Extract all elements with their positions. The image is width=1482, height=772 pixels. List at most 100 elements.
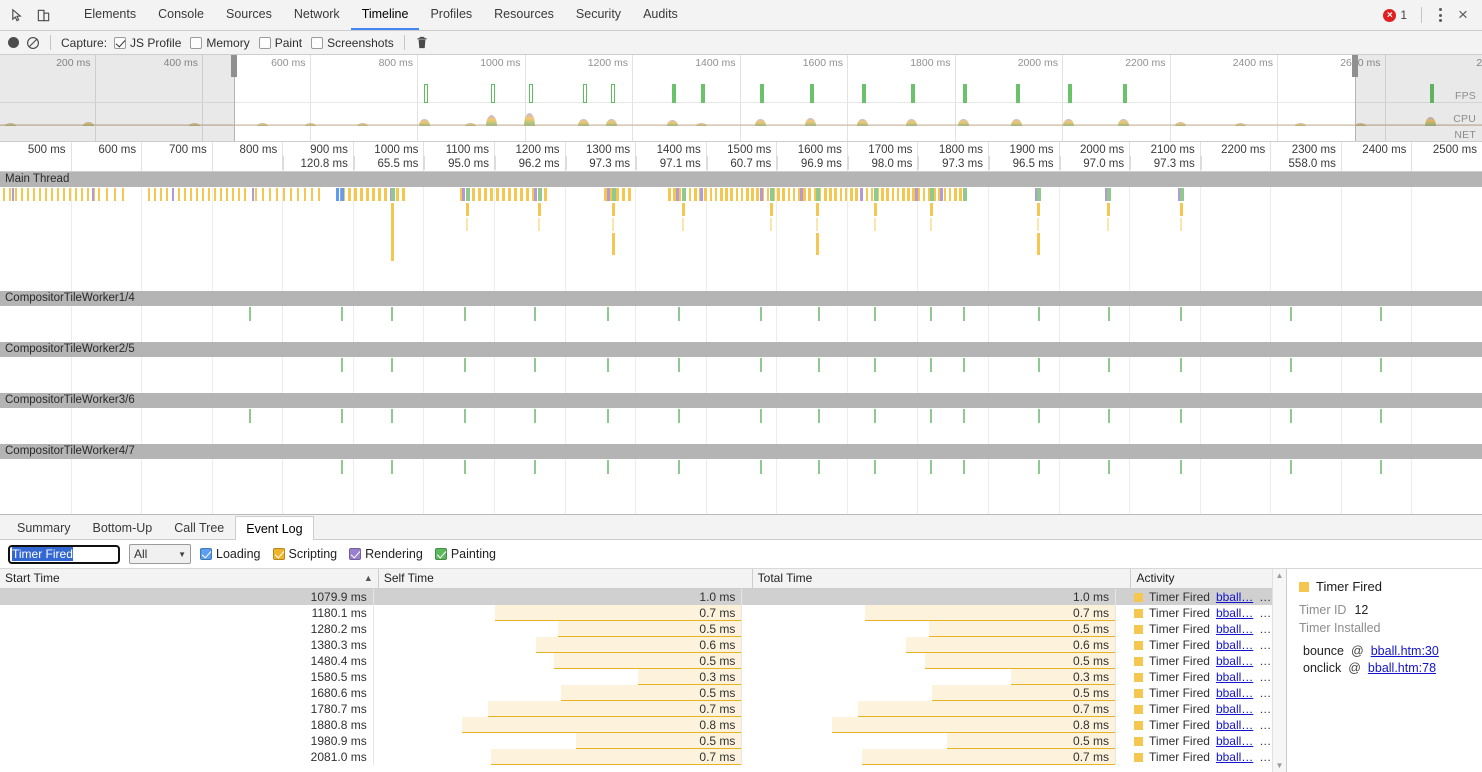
- flame-event-painting[interactable]: [760, 460, 762, 474]
- flame-event-scripting[interactable]: [232, 188, 234, 201]
- flame-event-scripting[interactable]: [526, 188, 529, 201]
- flame-event-painting[interactable]: [341, 409, 343, 423]
- flame-event-scripting[interactable]: [704, 188, 707, 201]
- flame-event-scripting[interactable]: [855, 188, 858, 201]
- tab-elements[interactable]: Elements: [73, 0, 147, 30]
- call-stack-source-link[interactable]: bball.htm:30: [1371, 644, 1439, 658]
- checkbox-icon[interactable]: [273, 548, 285, 560]
- flame-event-scripting[interactable]: [178, 188, 180, 201]
- category-filter-rendering[interactable]: Rendering: [349, 547, 423, 561]
- tab-timeline[interactable]: Timeline: [351, 0, 420, 30]
- flame-event-painting[interactable]: [818, 358, 820, 372]
- more-options-icon[interactable]: [1430, 5, 1450, 25]
- flame-event-painting[interactable]: [874, 409, 876, 423]
- flame-event-painting[interactable]: [930, 460, 932, 474]
- flame-event-scripting[interactable]: [715, 188, 718, 201]
- flame-event-scripting[interactable]: [930, 218, 932, 231]
- flame-event-scripting[interactable]: [283, 188, 285, 201]
- flame-event-scripting[interactable]: [311, 188, 313, 201]
- flame-event-scripting[interactable]: [689, 188, 692, 201]
- flame-event-scripting[interactable]: [944, 188, 947, 201]
- flame-event-scripting[interactable]: [3, 188, 5, 201]
- flame-event-painting[interactable]: [930, 409, 932, 423]
- flame-event-painting[interactable]: [1380, 460, 1382, 474]
- flame-event-scripting[interactable]: [871, 188, 874, 201]
- table-row[interactable]: 1280.2 ms0.5 ms0.5 msTimer Firedbball……: [0, 621, 1286, 637]
- flame-event-rendering[interactable]: [700, 188, 703, 201]
- flame-event-scripting[interactable]: [881, 188, 884, 201]
- flame-event-scripting[interactable]: [160, 188, 162, 201]
- flame-event-painting[interactable]: [678, 460, 680, 474]
- record-button[interactable]: [8, 37, 19, 48]
- drawer-tab-event-log[interactable]: Event Log: [235, 516, 313, 540]
- flame-event-painting[interactable]: [1038, 307, 1040, 321]
- flame-event-scripting[interactable]: [544, 188, 547, 201]
- flame-event-painting[interactable]: [1038, 460, 1040, 474]
- activity-source-link[interactable]: bball…: [1216, 702, 1253, 716]
- flame-event-loading[interactable]: [336, 188, 339, 201]
- flame-event-scripting[interactable]: [1180, 218, 1182, 231]
- flame-event-painting[interactable]: [818, 409, 820, 423]
- category-filter-painting[interactable]: Painting: [435, 547, 496, 561]
- flame-event-scripting[interactable]: [396, 188, 399, 201]
- flame-event-rendering[interactable]: [760, 188, 763, 201]
- flame-event-scripting[interactable]: [262, 188, 264, 201]
- activity-source-link[interactable]: bball…: [1216, 718, 1253, 732]
- flame-event-scripting[interactable]: [114, 188, 116, 201]
- table-row[interactable]: 1780.7 ms0.7 ms0.7 msTimer Firedbball……: [0, 701, 1286, 717]
- flame-event-painting[interactable]: [607, 307, 609, 321]
- flame-event-painting[interactable]: [534, 460, 536, 474]
- overview-resize-handle-right[interactable]: [1352, 55, 1358, 77]
- flame-event-painting[interactable]: [1038, 409, 1040, 423]
- flame-event-scripting[interactable]: [840, 188, 843, 201]
- flame-event-scripting[interactable]: [746, 188, 749, 201]
- flame-event-painting[interactable]: [466, 188, 470, 201]
- duration-filter-select[interactable]: All ▼: [129, 544, 191, 564]
- flame-event-scripting[interactable]: [770, 203, 773, 216]
- flame-event-painting[interactable]: [612, 188, 616, 201]
- flame-event-painting[interactable]: [391, 460, 393, 474]
- flame-event-scripting[interactable]: [538, 218, 540, 231]
- flame-event-scripting[interactable]: [378, 188, 381, 201]
- flame-event-scripting[interactable]: [520, 188, 523, 201]
- flame-event-painting[interactable]: [1180, 460, 1182, 474]
- flame-event-scripting[interactable]: [923, 188, 926, 201]
- flame-event-scripting[interactable]: [782, 188, 785, 201]
- flame-event-rendering[interactable]: [607, 188, 610, 201]
- flame-event-scripting[interactable]: [954, 188, 957, 201]
- flame-event-scripting[interactable]: [202, 188, 204, 201]
- flame-event-painting[interactable]: [1037, 188, 1041, 201]
- flame-event-scripting[interactable]: [81, 188, 83, 201]
- track-header-main-thread[interactable]: Main Thread: [0, 172, 1482, 187]
- flame-event-rendering[interactable]: [462, 188, 465, 201]
- activity-source-link[interactable]: bball…: [1216, 734, 1253, 748]
- flame-event-painting[interactable]: [760, 409, 762, 423]
- trash-icon[interactable]: [415, 35, 429, 50]
- flame-event-painting[interactable]: [1180, 188, 1184, 201]
- flame-event-painting[interactable]: [1108, 460, 1110, 474]
- flame-event-painting[interactable]: [1107, 188, 1111, 201]
- flame-event-scripting[interactable]: [466, 218, 468, 231]
- flame-event-painting[interactable]: [760, 307, 762, 321]
- flame-event-scripting[interactable]: [612, 203, 615, 216]
- category-filter-scripting[interactable]: Scripting: [273, 547, 338, 561]
- flame-event-painting[interactable]: [534, 409, 536, 423]
- flame-event-scripting[interactable]: [1107, 203, 1110, 216]
- flame-event-scripting[interactable]: [87, 188, 89, 201]
- flame-event-scripting[interactable]: [508, 188, 511, 201]
- flame-event-scripting[interactable]: [214, 188, 216, 201]
- flame-event-scripting[interactable]: [466, 203, 469, 216]
- flame-event-scripting[interactable]: [907, 188, 910, 201]
- flame-event-scripting[interactable]: [730, 188, 733, 201]
- column-header-activity[interactable]: Activity: [1131, 569, 1286, 588]
- flame-event-painting[interactable]: [391, 307, 393, 321]
- flame-event-scripting[interactable]: [269, 188, 271, 201]
- activity-source-link[interactable]: bball…: [1216, 606, 1253, 620]
- flame-event-scripting[interactable]: [710, 188, 713, 201]
- flame-event-scripting[interactable]: [502, 188, 505, 201]
- flame-event-scripting[interactable]: [866, 188, 869, 201]
- flame-event-painting[interactable]: [963, 307, 965, 321]
- flame-event-painting[interactable]: [1108, 307, 1110, 321]
- flame-event-painting[interactable]: [464, 460, 466, 474]
- flame-event-rendering[interactable]: [172, 188, 174, 201]
